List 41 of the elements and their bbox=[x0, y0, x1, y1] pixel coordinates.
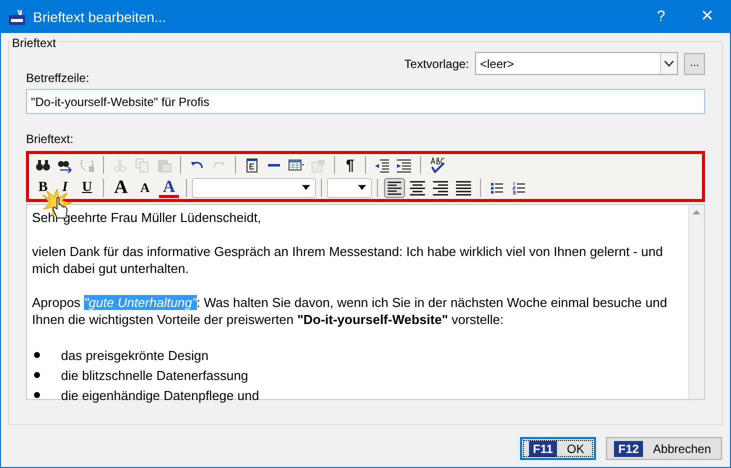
indent-icon[interactable] bbox=[396, 157, 412, 173]
underline-button[interactable]: U bbox=[77, 178, 97, 198]
font-color-button[interactable]: A bbox=[159, 178, 179, 198]
subject-field[interactable]: "Do-it-yourself-Website" für Profis bbox=[26, 89, 705, 114]
editor-label: Brieftext: bbox=[26, 131, 74, 148]
template-dropdown[interactable]: <leer> bbox=[475, 52, 678, 75]
bullet-icon bbox=[34, 392, 40, 398]
list-item: das preisgekrönte Design bbox=[61, 346, 208, 364]
app-logo-icon bbox=[9, 9, 25, 25]
grow-font-button[interactable]: A bbox=[111, 178, 131, 198]
find-icon[interactable] bbox=[35, 157, 51, 173]
help-button[interactable]: ? bbox=[638, 1, 684, 33]
scrollbar[interactable] bbox=[688, 205, 704, 399]
paragraph-marks-button[interactable]: ¶ bbox=[340, 155, 360, 175]
list-item: die blitzschnelle Datenerfassung bbox=[61, 366, 248, 384]
window-title: Brieftext bearbeiten... bbox=[33, 8, 166, 26]
letter-paragraph: vielen Dank für das informative Gespräch an Ihrem Messestand: Ich habe wirklich viel von Ihnen gelernt - und mich dabei gut unterhalten. bbox=[32, 243, 664, 277]
dialog-button[interactable]: F11 OK bbox=[520, 437, 596, 460]
caret-icon bbox=[358, 185, 366, 190]
field-icon[interactable] bbox=[244, 157, 260, 173]
bold-button[interactable]: B bbox=[33, 178, 53, 198]
template-label: Textvorlage: bbox=[404, 56, 469, 72]
outdent-icon[interactable] bbox=[374, 157, 390, 173]
bullet-icon bbox=[34, 352, 40, 358]
close-button[interactable]: ✕ bbox=[684, 1, 730, 33]
caret-icon bbox=[302, 185, 310, 190]
chevron-down-icon bbox=[660, 53, 677, 74]
list-item: die eigenhändige Datenpflege und bbox=[61, 386, 260, 404]
letter-paragraph: Apropos "gute Unterhaltung": Was halten Sie davon, wenn ich Sie in der nächsten Woche einmal besuche und Ihnen die wichtigsten Vorteile der preiswerten "Do-it-yourself-Website" vorstelle: bbox=[32, 294, 668, 328]
bullet-icon bbox=[34, 372, 40, 378]
table-icon[interactable] bbox=[288, 157, 304, 173]
spellcheck-icon[interactable] bbox=[429, 157, 445, 173]
shortcut-key-badge: F12 bbox=[614, 440, 643, 456]
align-left-button[interactable] bbox=[384, 178, 405, 198]
numbered-list-icon[interactable] bbox=[511, 180, 527, 196]
shortcut-key-badge: F11 bbox=[528, 440, 557, 456]
subject-label: Betreffzeile: bbox=[26, 70, 90, 87]
shrink-font-button[interactable]: A bbox=[135, 178, 155, 198]
size-dropdown[interactable] bbox=[327, 178, 372, 198]
more-button[interactable]: ... bbox=[684, 52, 705, 74]
dialog-button[interactable]: F12 Abbrechen bbox=[606, 437, 722, 460]
